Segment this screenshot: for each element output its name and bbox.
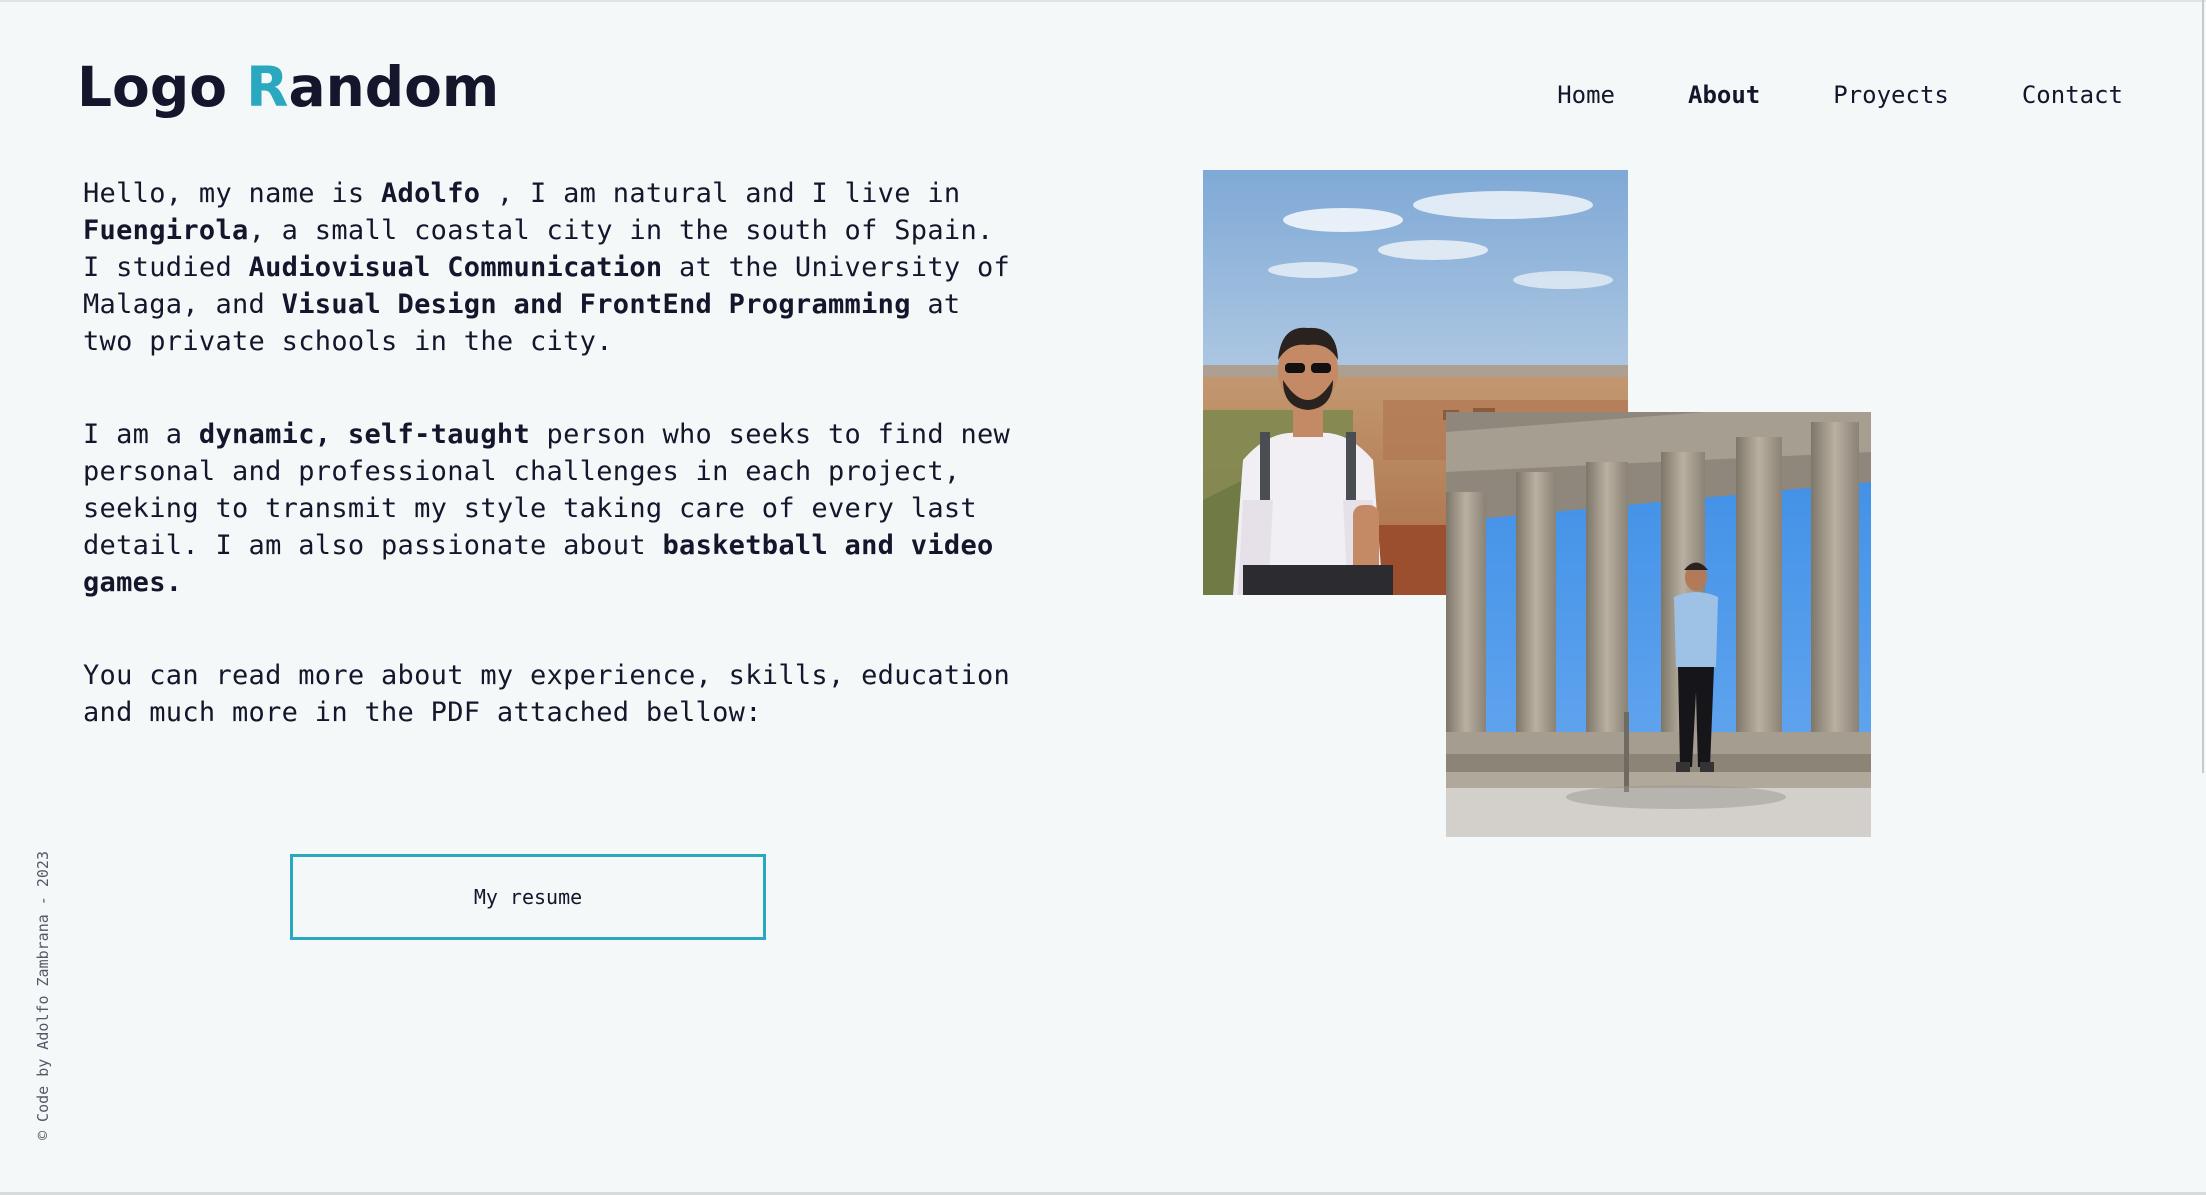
about-content: Hello, my name is Adolfo , I am natural … — [83, 175, 1023, 787]
about-paragraph-personality: I am a dynamic, self-taught person who s… — [83, 416, 1023, 601]
intro-city: Fuengirola — [83, 215, 249, 246]
personality-text: I am a — [83, 419, 199, 450]
nav-item-home[interactable]: Home — [1557, 80, 1615, 110]
nav-item-contact[interactable]: Contact — [2022, 80, 2123, 110]
intro-degree: Audiovisual Communication — [248, 252, 663, 283]
logo-text-accent: R — [246, 55, 289, 119]
intro-text: , I am natural and I live in — [480, 178, 961, 209]
about-paragraph-intro: Hello, my name is Adolfo , I am natural … — [83, 175, 1023, 360]
intro-name: Adolfo — [381, 178, 481, 209]
intro-studies: Visual Design and FrontEnd Programming — [281, 289, 911, 320]
nav-item-proyects[interactable]: Proyects — [1833, 80, 1949, 110]
scrollbar[interactable] — [2202, 0, 2204, 773]
nav-item-about[interactable]: About — [1688, 80, 1760, 110]
about-paragraph-resume: You can read more about my experience, s… — [83, 657, 1023, 731]
top-border — [0, 0, 2206, 2]
resume-button[interactable]: My resume — [290, 854, 766, 940]
personality-trait: dynamic, self-taught — [198, 419, 530, 450]
logo-text-prefix: Logo — [77, 55, 247, 119]
main-nav: Home About Proyects Contact — [1557, 80, 2123, 110]
footer-credit: © Code by Adolfo Zambrana - 2023 — [34, 851, 52, 1140]
logo[interactable]: Logo Random — [77, 52, 499, 122]
man-at-greek-temple-photo — [1446, 412, 1871, 837]
intro-text: Hello, my name is — [83, 178, 381, 209]
resume-intro-text: You can read more about my experience, s… — [83, 660, 1011, 728]
logo-text-suffix: andom — [288, 55, 500, 119]
